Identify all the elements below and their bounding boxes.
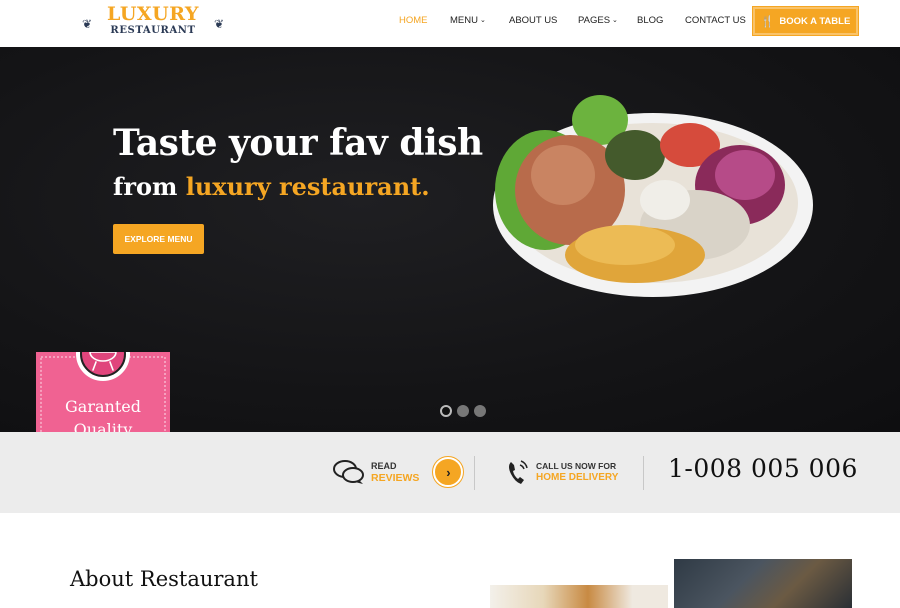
about-photo-1 xyxy=(490,585,668,608)
book-table-label: BOOK A TABLE xyxy=(779,15,851,27)
slider-dots xyxy=(440,405,486,417)
about-title: About Restaurant xyxy=(70,567,258,591)
book-table-button[interactable]: 🍴 BOOK A TABLE xyxy=(752,6,859,36)
nav-menu[interactable]: MENU ⌄ xyxy=(450,15,486,29)
hero-subtitle: from luxury restaurant. xyxy=(113,172,430,201)
nav-pages-label: PAGES xyxy=(578,15,611,26)
food-plate-image xyxy=(493,95,813,297)
divider xyxy=(643,456,644,490)
nav-blog[interactable]: BLOG xyxy=(637,15,663,29)
phone-icon xyxy=(509,460,528,484)
reviews-top: READ xyxy=(371,461,397,471)
slider-dot[interactable] xyxy=(474,405,486,417)
logo[interactable]: ❦ LUXURY RESTAURANT ❦ xyxy=(82,5,224,41)
call-top: CALL US NOW FOR xyxy=(536,461,617,471)
swirl-left-icon: ❦ xyxy=(82,17,93,31)
hero-title: Taste your fav dish xyxy=(113,122,483,164)
badge-line1: Garanted xyxy=(65,397,141,416)
explore-menu-button[interactable]: EXPLORE MENU xyxy=(113,224,204,254)
logo-line2: RESTAURANT xyxy=(110,25,196,36)
logo-line1: LUXURY xyxy=(107,3,199,25)
call-bottom: HOME DELIVERY xyxy=(536,472,619,483)
nav-pages[interactable]: PAGES ⌄ xyxy=(578,15,618,29)
divider xyxy=(474,456,475,490)
call-text: CALL US NOW FOR HOME DELIVERY xyxy=(536,460,618,484)
chat-bubbles-icon xyxy=(333,460,364,484)
hero-subtitle-accent: luxury restaurant. xyxy=(185,172,430,201)
read-reviews[interactable]: READ REVIEWS › xyxy=(333,454,465,490)
swirl-right-icon: ❦ xyxy=(213,17,224,31)
reviews-text: READ REVIEWS xyxy=(371,460,419,484)
fork-knife-icon: 🍴 xyxy=(760,15,775,28)
hero-subtitle-plain: from xyxy=(113,172,186,201)
chevron-down-icon: ⌄ xyxy=(479,17,486,24)
reviews-bottom: REVIEWS xyxy=(371,472,420,484)
slider-dot[interactable] xyxy=(457,405,469,417)
nav-home[interactable]: HOME xyxy=(399,15,428,29)
phone-number[interactable]: 1-008 005 006 xyxy=(668,454,858,483)
nav-menu-label: MENU xyxy=(450,15,478,26)
about-photo-2 xyxy=(674,559,852,608)
call-home-delivery[interactable]: CALL US NOW FOR HOME DELIVERY xyxy=(506,454,618,490)
slider-dot[interactable] xyxy=(440,405,452,417)
nav-about-us[interactable]: ABOUT US xyxy=(509,15,557,29)
nav-contact-us[interactable]: CONTACT US xyxy=(685,15,746,29)
chevron-down-icon: ⌄ xyxy=(612,17,618,24)
chevron-right-icon: › xyxy=(446,464,451,480)
site-header: ❦ LUXURY RESTAURANT ❦ HOME MENU ⌄ ABOUT U… xyxy=(0,0,900,47)
reviews-arrow-button[interactable]: › xyxy=(432,456,465,488)
